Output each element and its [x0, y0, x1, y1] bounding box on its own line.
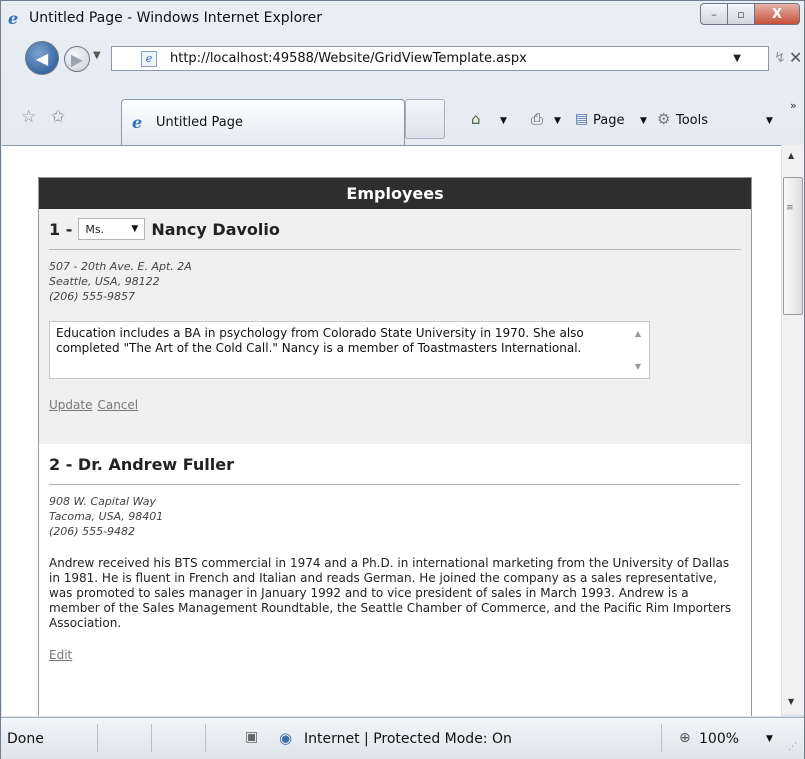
page-favicon-icon: e — [141, 51, 157, 67]
heading-divider-2 — [49, 484, 741, 485]
stop-icon[interactable]: ✕ — [789, 48, 802, 67]
employee-record: 2 - Dr. Andrew Fuller 908 W. Capital Way… — [39, 444, 751, 662]
forward-button[interactable]: ▶ — [64, 46, 90, 72]
security-zone-text[interactable]: Internet | Protected Mode: On — [304, 731, 512, 747]
home-dropdown-icon[interactable]: ▼ — [500, 116, 507, 126]
navigation-bar: ◀ ▶ ▼ e http://localhost:49588/Website/G… — [1, 38, 804, 78]
gear-icon[interactable]: ⚙ — [657, 110, 670, 128]
scroll-grip-icon: ≡ — [786, 203, 794, 213]
maximize-button[interactable]: ▫ — [727, 3, 754, 25]
chevron-down-icon: ▼ — [131, 224, 139, 234]
title-select-value: Ms. — [85, 222, 105, 236]
status-divider — [97, 724, 98, 752]
new-tab-button[interactable] — [405, 99, 445, 139]
tab-command-bar: ☆ ✩ e Untitled Page ⌂ ▼ ⎙ ▼ ▤ Page ▼ ⚙ T… — [1, 99, 804, 145]
address-line-2: Seattle, USA, 98122 — [49, 275, 160, 288]
address-line-1: 507 - 20th Ave. E. Apt. 2A — [49, 260, 192, 273]
status-divider — [205, 724, 206, 752]
more-commands-icon[interactable]: » — [790, 99, 797, 112]
employee-record-editing: 1 - Ms. ▼ Nancy Davolio 507 - 20th Ave. … — [39, 209, 751, 444]
record-number: 1 - — [49, 219, 73, 239]
recent-pages-dropdown[interactable]: ▼ — [93, 50, 101, 61]
close-button[interactable]: X — [754, 3, 800, 25]
heading-divider — [49, 249, 741, 250]
employees-gridview: Employees 1 - Ms. ▼ Nancy Davolio 507 - … — [38, 177, 752, 716]
textarea-scroll-up-icon[interactable]: ▲ — [635, 326, 641, 341]
globe-icon: ◉ — [279, 729, 293, 747]
employee-address-2: 908 W. Capital Way Tacoma, USA, 98401 (2… — [49, 494, 741, 539]
forward-arrow-icon: ▶ — [70, 49, 84, 69]
title-select[interactable]: Ms. ▼ — [78, 218, 146, 240]
back-button[interactable]: ◀ — [25, 41, 59, 75]
resize-grip-icon[interactable]: ⋰ — [788, 742, 797, 752]
record-heading-2: 2 - Dr. Andrew Fuller — [49, 454, 235, 474]
grid-header: Employees — [39, 178, 751, 209]
window-title: Untitled Page - Windows Internet Explore… — [29, 10, 322, 26]
status-text: Done — [7, 731, 44, 747]
cancel-link[interactable]: Cancel — [97, 398, 138, 412]
magnifier-icon[interactable]: ⊕ — [679, 730, 691, 746]
title-bar: e Untitled Page - Windows Internet Explo… — [1, 1, 804, 35]
scroll-down-icon[interactable]: ▼ — [788, 697, 794, 706]
status-bar: Done ▣ ◉ Internet | Protected Mode: On ⊕… — [1, 717, 804, 759]
address-line-2-2: Tacoma, USA, 98401 — [49, 510, 164, 523]
favorites-star-icon[interactable]: ☆ — [21, 107, 36, 127]
phone-number: (206) 555-9857 — [49, 290, 136, 303]
tab-label: Untitled Page — [156, 115, 244, 130]
address-dropdown-icon[interactable]: ▼ — [733, 53, 741, 64]
page-menu-button[interactable]: Page — [593, 113, 624, 128]
window-controls: – ▫ X — [700, 3, 800, 25]
edit-actions: Update Cancel — [49, 398, 741, 412]
status-divider — [661, 724, 662, 752]
status-divider — [151, 724, 152, 752]
notes-text: Education includes a BA in psychology fr… — [56, 326, 584, 355]
tools-menu-button[interactable]: Tools — [676, 113, 708, 128]
page-viewport: Employees 1 - Ms. ▼ Nancy Davolio 507 - … — [2, 145, 781, 716]
tab-untitled-page[interactable]: e Untitled Page — [121, 99, 405, 145]
scroll-up-icon[interactable]: ▲ — [788, 151, 794, 160]
close-icon: X — [771, 6, 783, 22]
security-status-icon[interactable]: ▣ — [245, 729, 258, 745]
ie-logo-icon: e — [8, 9, 19, 28]
employee-name: Nancy Davolio — [151, 219, 280, 239]
address-bar[interactable]: e http://localhost:49588/Website/GridVie… — [111, 46, 769, 71]
page-icon[interactable]: ▤ — [575, 111, 588, 127]
phone-number-2: (206) 555-9482 — [49, 525, 136, 538]
zoom-level[interactable]: 100% — [699, 731, 739, 747]
address-line-1-2: 908 W. Capital Way — [49, 495, 157, 508]
maximize-icon: ▫ — [737, 7, 745, 21]
tab-ie-icon: e — [132, 113, 143, 132]
add-favorites-icon[interactable]: ✩ — [51, 107, 65, 127]
minimize-button[interactable]: – — [700, 3, 727, 25]
employee-notes: Andrew received his BTS commercial in 19… — [49, 556, 732, 630]
edit-link[interactable]: Edit — [49, 648, 741, 662]
back-arrow-icon: ◀ — [35, 48, 49, 68]
vertical-scrollbar[interactable]: ▲ ≡ ▼ — [781, 145, 804, 715]
zoom-dropdown-icon[interactable]: ▼ — [766, 734, 773, 744]
page-dropdown-icon[interactable]: ▼ — [640, 116, 647, 126]
scroll-thumb[interactable] — [783, 177, 803, 315]
employee-address: 507 - 20th Ave. E. Apt. 2A Seattle, USA,… — [49, 259, 741, 304]
address-url[interactable]: http://localhost:49588/Website/GridViewT… — [170, 51, 527, 66]
home-icon[interactable]: ⌂ — [471, 110, 481, 128]
refresh-icon[interactable]: ↯ — [774, 50, 786, 66]
record-heading: 1 - Ms. ▼ Nancy Davolio — [49, 209, 741, 241]
update-link[interactable]: Update — [49, 398, 92, 412]
printer-icon[interactable]: ⎙ — [531, 110, 543, 128]
notes-textarea[interactable]: Education includes a BA in psychology fr… — [49, 321, 650, 379]
textarea-scroll-down-icon[interactable]: ▼ — [635, 359, 641, 374]
print-dropdown-icon[interactable]: ▼ — [554, 116, 561, 126]
minimize-icon: – — [711, 7, 717, 21]
tools-dropdown-icon[interactable]: ▼ — [766, 116, 773, 126]
browser-window: e Untitled Page - Windows Internet Explo… — [0, 0, 805, 759]
